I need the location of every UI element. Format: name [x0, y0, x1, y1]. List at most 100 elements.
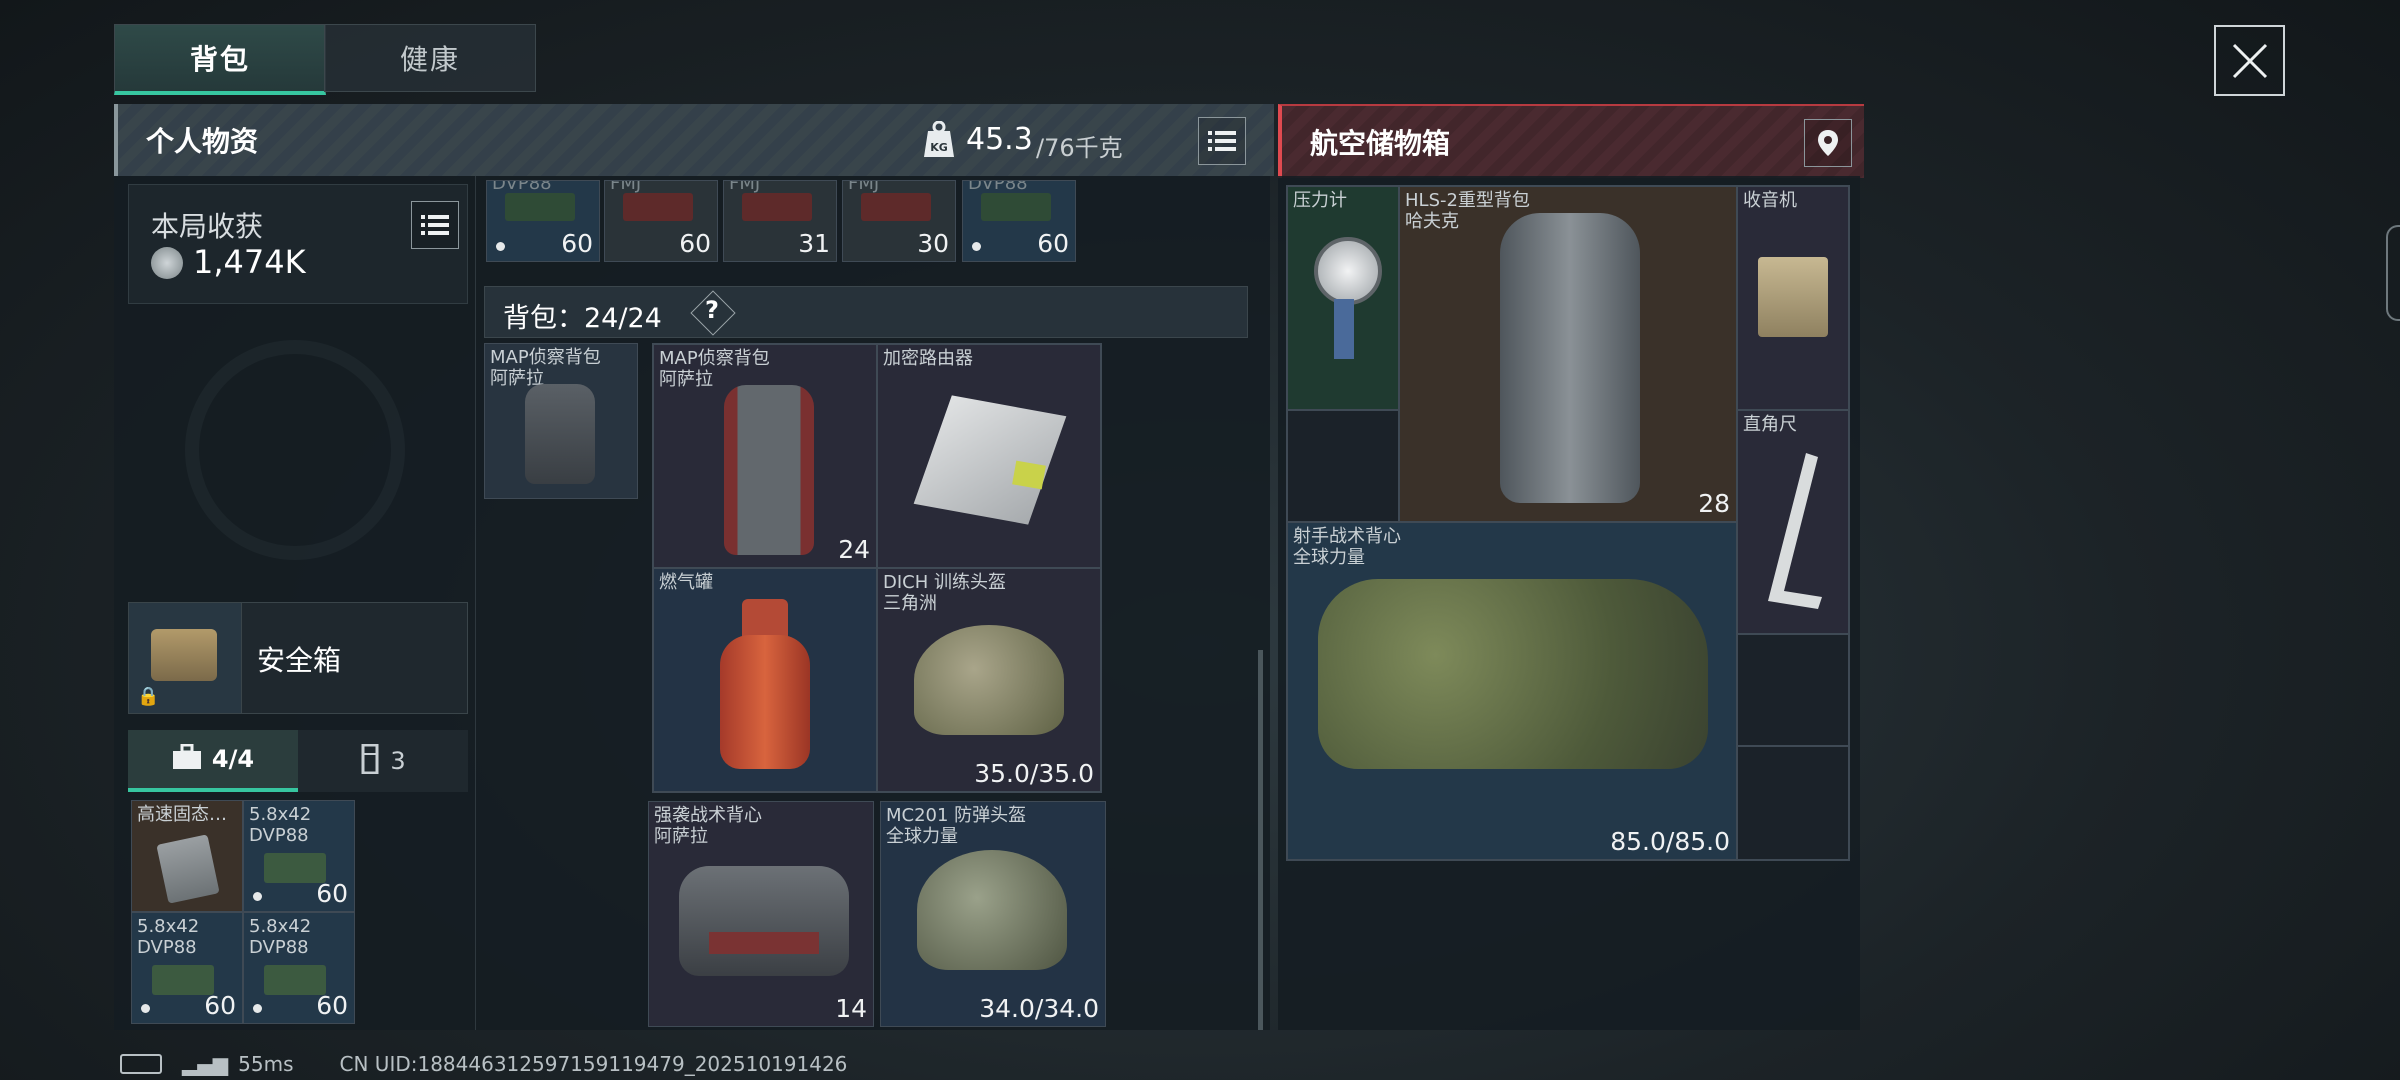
safe-case-icon [151, 629, 217, 681]
air-empty-slot[interactable] [1737, 746, 1849, 860]
item-router[interactable]: 加密路由器 [877, 344, 1101, 568]
item-count: 60 [679, 229, 711, 258]
kit-count: 4/4 [211, 745, 255, 773]
weight-max: /76千克 [1036, 134, 1123, 162]
air-item-radio[interactable]: 收音机 [1737, 186, 1849, 410]
item-map-backpack-small[interactable]: MAP侦察背包 阿萨拉 [484, 343, 638, 499]
item-sub: 全球力量 [1293, 547, 1365, 568]
item-count: 14 [835, 994, 867, 1023]
ammo-box-icon [742, 193, 812, 221]
gauge-icon [1314, 237, 1382, 305]
air-item-square[interactable]: 直角尺 [1737, 410, 1849, 634]
status-bar: ▂▄▆ 55ms CN UID:18844631259715911947​9_2… [120, 1050, 847, 1078]
vest-icon [679, 866, 849, 976]
tab-backpack[interactable]: 背包 [114, 24, 326, 95]
strip-item[interactable]: FMJ 31 [723, 180, 837, 262]
strip-item[interactable]: FMJ 60 [604, 180, 718, 262]
item-durability: 85.0/85.0 [1610, 827, 1730, 856]
item-name: 5.8x42 DVP88 [249, 916, 312, 958]
helmet-icon [914, 625, 1064, 735]
air-box-title: 航空储物箱 [1310, 127, 1451, 160]
air-item-hls-backpack[interactable]: HLS-2重型背包 哈夫克 28 [1399, 186, 1737, 522]
sort-list-button[interactable] [1198, 117, 1246, 165]
gauge-valve [1334, 299, 1354, 359]
column-divider [475, 176, 476, 1030]
item-name: FMJ [610, 180, 642, 194]
router-tag [1012, 460, 1046, 490]
ammo-box-icon [623, 193, 693, 221]
item-assault-vest[interactable]: 强袭战术背心 阿萨拉 14 [648, 801, 874, 1027]
item-mc201-helmet[interactable]: MC201 防弹头盔 全球力量 34.0/34.0 [880, 801, 1106, 1027]
backpack-icon [525, 384, 595, 484]
strip-item[interactable]: FMJ 30 [842, 180, 956, 262]
harvest-panel: 本局收获 1,474K [128, 184, 468, 304]
close-icon [2232, 43, 2267, 78]
ammo-box-icon [505, 193, 575, 221]
vest-icon [1318, 579, 1708, 769]
air-item-sniper-vest[interactable]: 射手战术背心 全球力量 85.0/85.0 [1287, 522, 1737, 860]
air-empty-slot[interactable] [1287, 410, 1399, 522]
scrollbar[interactable] [1258, 650, 1263, 1030]
ssd-icon [156, 834, 220, 904]
item-name: 加密路由器 [883, 348, 973, 369]
faction-emblem [185, 340, 405, 560]
item-name: 5.8x42 DVP88 [249, 804, 312, 846]
item-count: 24 [838, 535, 870, 564]
harvest-label: 本局收获 [151, 210, 264, 243]
safe-item-ammo[interactable]: 5.8x42 DVP88 60 [243, 800, 355, 912]
mag-count: 3 [390, 747, 406, 775]
battery-icon [120, 1054, 162, 1074]
item-count: 60 [316, 991, 348, 1020]
ammo-dot [141, 1004, 150, 1013]
backpack-icon [1500, 213, 1640, 503]
square-ruler-icon [1768, 453, 1822, 609]
strip-item[interactable]: DVP88 60 [962, 180, 1076, 262]
safe-box[interactable]: 🔒 安全箱 [128, 602, 468, 714]
item-name: DVP88 [492, 180, 552, 194]
harvest-list-button[interactable] [411, 201, 459, 249]
strip-item[interactable]: DVP88 60 [486, 180, 600, 262]
item-name: 收音机 [1743, 190, 1797, 211]
item-name: MAP侦察背包 [490, 347, 601, 368]
locate-button[interactable] [1804, 119, 1852, 167]
tab-kit[interactable]: 4/4 [128, 730, 298, 792]
item-count: 31 [798, 229, 830, 258]
air-item-gauge[interactable]: 压力计 [1287, 186, 1399, 410]
item-gas-tank[interactable]: 燃气罐 [653, 568, 877, 792]
side-handle[interactable] [2386, 225, 2400, 321]
help-icon[interactable]: ? [705, 296, 719, 324]
magazine-icon [360, 743, 380, 778]
safe-item-ssd[interactable]: 高速固态… [131, 800, 243, 912]
item-name: 直角尺 [1743, 414, 1797, 435]
ammo-box-icon [981, 193, 1051, 221]
item-name: DVP88 [968, 180, 1028, 194]
item-count: 60 [316, 879, 348, 908]
close-button[interactable] [2214, 25, 2285, 96]
item-durability: 34.0/34.0 [979, 994, 1099, 1023]
item-dich-helmet[interactable]: DICH 训练头盔 三角洲 35.0/35.0 [877, 568, 1101, 792]
lock-icon: 🔒 [137, 686, 160, 707]
safe-item-ammo[interactable]: 5.8x42 DVP88 60 [243, 912, 355, 1024]
backpack-icon [724, 385, 814, 555]
air-empty-slot[interactable] [1737, 634, 1849, 746]
tab-health[interactable]: 健康 [324, 24, 536, 92]
personal-title: 个人物资 [146, 125, 259, 158]
ammo-dot [253, 1004, 262, 1013]
item-name: MC201 防弹头盔 [886, 805, 1027, 826]
item-sub: 三角洲 [883, 593, 937, 614]
safe-item-ammo[interactable]: 5.8x42 DVP88 60 [131, 912, 243, 1024]
item-map-backpack[interactable]: MAP侦察背包 阿萨拉 24 [653, 344, 877, 568]
tab-magazine[interactable]: 3 [298, 730, 468, 792]
item-durability: 35.0/35.0 [974, 759, 1094, 788]
item-count: 60 [1037, 229, 1069, 258]
list-icon [421, 215, 449, 235]
ammo-dot [253, 892, 262, 901]
backpack-capacity: 背包：24/24 [503, 303, 662, 334]
item-sub: 阿萨拉 [659, 369, 713, 390]
list-icon [1208, 131, 1236, 151]
air-box-header: 航空储物箱 [1278, 104, 1864, 178]
item-name: 强袭战术背心 [654, 805, 762, 826]
item-name: 高速固态… [137, 804, 227, 825]
radio-icon [1758, 257, 1828, 337]
gas-tank-icon [720, 599, 810, 779]
